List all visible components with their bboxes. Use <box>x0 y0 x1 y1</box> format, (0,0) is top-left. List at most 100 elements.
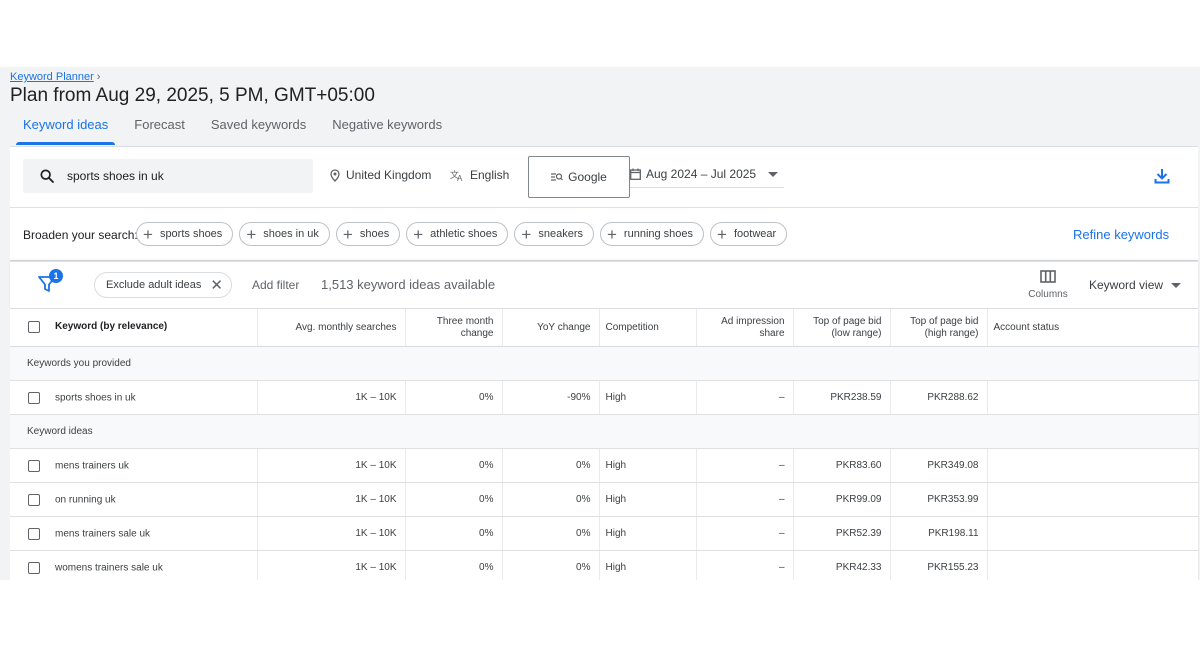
chip-label: shoes in uk <box>263 228 319 240</box>
tab-saved-keywords[interactable]: Saved keywords <box>198 113 319 143</box>
keyword-search-input[interactable]: sports shoes in uk <box>23 159 313 193</box>
bid-high-cell: PKR353.99 <box>890 482 988 517</box>
section-row: Keywords you provided <box>10 346 1198 381</box>
location-selector[interactable]: United Kingdom <box>330 168 431 182</box>
refine-keywords-button[interactable]: Refine keywords <box>1073 227 1169 242</box>
chip-label: footwear <box>733 228 777 240</box>
tab-bar: Keyword ideas Forecast Saved keywords Ne… <box>10 113 455 145</box>
bid-low-cell: PKR42.33 <box>793 550 891 580</box>
download-icon[interactable] <box>1153 167 1171 185</box>
broaden-search-label: Broaden your search: <box>23 228 138 242</box>
broaden-chip[interactable]: + footwear <box>710 222 788 246</box>
header-account-status[interactable]: Account status <box>987 309 1199 347</box>
row-checkbox[interactable] <box>28 493 40 506</box>
row-checkbox[interactable] <box>28 561 40 574</box>
plus-icon: + <box>606 224 617 244</box>
language-selector[interactable]: 文A English <box>450 168 509 182</box>
date-range-selector[interactable]: Aug 2024 – Jul 2025 <box>630 161 784 188</box>
avg-searches-cell: 1K – 10K <box>257 380 406 415</box>
header-yoy-change[interactable]: YoY change <box>502 309 600 347</box>
table-row[interactable]: on running uk 1K – 10K 0% 0% High – PKR9… <box>10 482 1199 517</box>
broaden-chip[interactable]: + athletic shoes <box>406 222 509 246</box>
breadcrumb: Keyword Planner › <box>10 71 100 83</box>
account-status-cell <box>987 550 1199 580</box>
bid-low-cell: PKR99.09 <box>793 482 891 517</box>
keyword-cell: mens trainers sale uk <box>10 516 258 551</box>
table-row[interactable]: mens trainers uk 1K – 10K 0% 0% High – P… <box>10 448 1199 483</box>
row-checkbox[interactable] <box>28 459 40 472</box>
header-competition[interactable]: Competition <box>599 309 697 347</box>
section-label: Keyword ideas <box>10 414 1198 449</box>
chip-label: shoes <box>359 228 390 240</box>
chip-label: running shoes <box>623 228 694 240</box>
yoy-cell: 0% <box>502 550 600 580</box>
table-row[interactable]: womens trainers sale uk 1K – 10K 0% 0% H… <box>10 550 1199 580</box>
search-icon <box>40 169 54 183</box>
filter-bar: 1 Exclude adult ideas ✕ Add filter 1,513… <box>10 262 1198 309</box>
avg-searches-cell: 1K – 10K <box>257 550 406 580</box>
page-title: Plan from Aug 29, 2025, 5 PM, GMT+05:00 <box>10 85 375 106</box>
plus-icon: + <box>342 224 353 244</box>
plus-icon: + <box>717 224 727 244</box>
keyword-view-dropdown[interactable]: Keyword view <box>1089 278 1182 292</box>
broaden-chip[interactable]: + shoes <box>335 222 401 246</box>
keyword-cell: womens trainers sale uk <box>10 550 258 580</box>
bid-high-cell: PKR288.62 <box>890 380 988 415</box>
header-bid-low[interactable]: Top of page bid (low range) <box>793 309 891 347</box>
select-all-checkbox[interactable] <box>28 321 40 334</box>
location-label: United Kingdom <box>346 168 432 182</box>
keyword-cell: on running uk <box>10 482 258 517</box>
yoy-cell: 0% <box>502 516 600 551</box>
competition-cell: High <box>599 448 697 483</box>
close-icon[interactable]: ✕ <box>210 276 223 294</box>
search-network-selector[interactable]: Google <box>528 156 630 198</box>
ad-impression-cell: – <box>696 516 794 551</box>
keyword-cell: mens trainers uk <box>10 448 258 483</box>
bid-low-cell: PKR52.39 <box>793 516 891 551</box>
plus-icon: + <box>521 224 532 244</box>
header-three-month-change[interactable]: Three month change <box>405 309 503 347</box>
bid-low-cell: PKR83.60 <box>793 448 891 483</box>
calendar-icon <box>630 168 641 180</box>
table-row[interactable]: mens trainers sale uk 1K – 10K 0% 0% Hig… <box>10 516 1199 551</box>
tab-forecast[interactable]: Forecast <box>121 113 198 143</box>
row-checkbox[interactable] <box>28 391 40 404</box>
breadcrumb-keyword-planner-link[interactable]: Keyword Planner <box>10 71 94 83</box>
competition-cell: High <box>599 380 697 415</box>
keyword-ideas-count: 1,513 keyword ideas available <box>321 277 496 292</box>
plus-icon: + <box>413 224 424 244</box>
columns-button[interactable]: Columns <box>1026 270 1070 300</box>
search-query-text: sports shoes in uk <box>67 169 164 183</box>
yoy-cell: 0% <box>502 448 600 483</box>
broaden-chip[interactable]: + sports shoes <box>136 222 234 246</box>
row-checkbox[interactable] <box>28 527 40 540</box>
three-month-cell: 0% <box>405 516 503 551</box>
exclude-adult-ideas-chip[interactable]: Exclude adult ideas ✕ <box>94 272 232 298</box>
tab-keyword-ideas[interactable]: Keyword ideas <box>10 113 121 145</box>
avg-searches-cell: 1K – 10K <box>257 516 406 551</box>
account-status-cell <box>987 516 1199 551</box>
chevron-down-icon <box>1171 282 1182 288</box>
tab-negative-keywords[interactable]: Negative keywords <box>319 113 455 143</box>
broaden-chip[interactable]: + shoes in uk <box>239 222 330 246</box>
header-keyword[interactable]: Keyword (by relevance) <box>10 309 258 347</box>
adult-chip-label: Exclude adult ideas <box>106 279 202 291</box>
header-ad-impression-share[interactable]: Ad impression share <box>696 309 794 347</box>
broaden-chip[interactable]: + running shoes <box>599 222 705 246</box>
three-month-cell: 0% <box>405 482 503 517</box>
account-status-cell <box>987 448 1199 483</box>
yoy-cell: 0% <box>502 482 600 517</box>
header-avg-monthly-searches[interactable]: Avg. monthly searches <box>257 309 406 347</box>
chevron-right-icon: › <box>96 71 101 83</box>
ad-impression-cell: – <box>696 380 794 415</box>
broaden-chip[interactable]: + sneakers <box>514 222 594 246</box>
ad-impression-cell: – <box>696 448 794 483</box>
bid-high-cell: PKR198.11 <box>890 516 988 551</box>
language-label: English <box>470 168 510 182</box>
table-row[interactable]: sports shoes in uk 1K – 10K 0% -90% High… <box>10 380 1199 415</box>
ad-impression-cell: – <box>696 482 794 517</box>
ad-impression-cell: – <box>696 550 794 580</box>
header-bid-high[interactable]: Top of page bid (high range) <box>890 309 988 347</box>
keyword-results-table: Keyword (by relevance) Avg. monthly sear… <box>10 309 1199 580</box>
add-filter-button[interactable]: Add filter <box>252 278 299 292</box>
